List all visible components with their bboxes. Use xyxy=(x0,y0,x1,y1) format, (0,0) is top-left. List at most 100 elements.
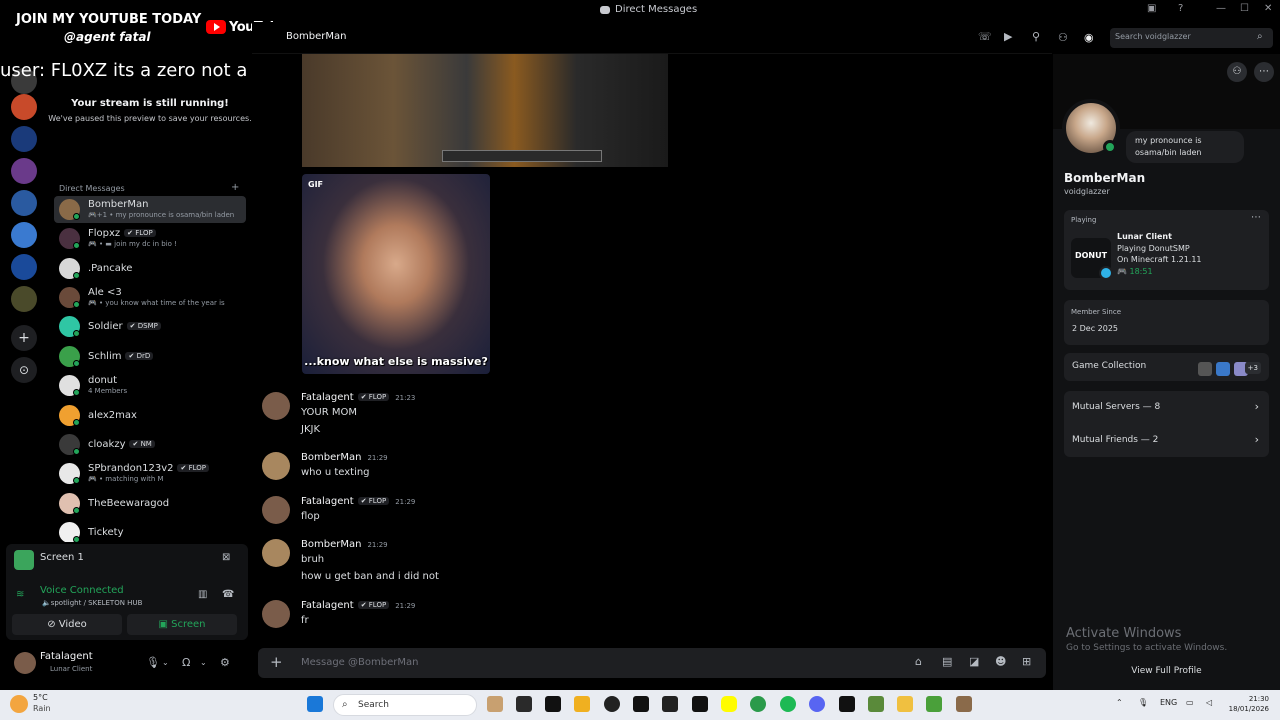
weather-icon[interactable] xyxy=(10,695,28,713)
attach-icon[interactable]: + xyxy=(270,653,283,671)
minecraft-screenshot-image[interactable] xyxy=(302,54,668,167)
microphone-icon[interactable]: 🎙 xyxy=(1138,698,1148,707)
server-icon[interactable] xyxy=(11,158,37,184)
app-icon[interactable] xyxy=(633,696,649,712)
message-author[interactable]: Fatalagent xyxy=(301,496,354,507)
activity-label: Playing xyxy=(1071,216,1097,224)
stream-paused-notice: Your stream is still running! We've paus… xyxy=(48,98,252,123)
dm-item[interactable]: Ale <3 🎮 • you know what time of the year… xyxy=(54,284,246,311)
disconnect-icon[interactable]: ☎ xyxy=(222,589,234,600)
spotify-icon[interactable] xyxy=(780,696,796,712)
add-friend-icon[interactable]: ⚇ xyxy=(1227,62,1247,82)
file-explorer-icon[interactable] xyxy=(897,696,913,712)
network-icon[interactable]: ▭ xyxy=(1186,698,1194,707)
close-button[interactable]: ✕ xyxy=(1264,3,1272,14)
inbox-icon[interactable]: ▣ xyxy=(1147,3,1156,14)
dm-item[interactable]: Soldier ✔ DSMP xyxy=(54,313,246,340)
screen-button[interactable]: ▣ Screen xyxy=(127,614,237,635)
snapchat-icon[interactable] xyxy=(721,696,737,712)
sticker-icon[interactable]: ◪ xyxy=(969,655,979,668)
message-avatar[interactable] xyxy=(262,600,290,628)
gif-picker-icon[interactable]: ▤ xyxy=(942,655,952,668)
chevron-right-icon[interactable]: › xyxy=(1255,400,1259,413)
server-icon[interactable] xyxy=(11,94,37,120)
server-icon[interactable] xyxy=(11,126,37,152)
user-avatar[interactable] xyxy=(14,652,36,674)
app-icon[interactable] xyxy=(662,696,678,712)
add-server-icon[interactable]: + xyxy=(11,325,37,351)
server-icon[interactable] xyxy=(11,254,37,280)
app-icon[interactable] xyxy=(604,696,620,712)
emoji-icon[interactable]: ☻ xyxy=(995,655,1006,668)
message-input[interactable]: Message @BomberMan xyxy=(301,657,418,668)
dm-item[interactable]: cloakzy ✔ NM xyxy=(54,431,246,458)
settings-gear-icon[interactable]: ⚙ xyxy=(220,656,230,669)
server-icon[interactable] xyxy=(11,222,37,248)
dm-item[interactable]: SPbrandon123v2 ✔ FLOP 🎮 • matching with M xyxy=(54,460,246,487)
help-icon[interactable]: ? xyxy=(1178,3,1183,14)
view-full-profile-link[interactable]: View Full Profile xyxy=(1053,666,1280,676)
server-tag: ✔ FLOP xyxy=(177,464,209,472)
screen-title: Screen 1 xyxy=(40,552,84,563)
dm-item[interactable]: .Pancake xyxy=(54,255,246,282)
nvidia-icon[interactable] xyxy=(516,696,532,712)
taskbar-search[interactable]: ⌕ Search xyxy=(333,694,477,716)
stop-stream-icon[interactable]: ⊠ xyxy=(222,552,230,563)
discover-icon[interactable]: ⊙ xyxy=(11,357,37,383)
more-options-icon[interactable]: ⋯ xyxy=(1254,62,1274,82)
tray-chevron-icon[interactable]: ⌃ xyxy=(1116,698,1123,707)
video-button[interactable]: ⊘ Video xyxy=(12,614,122,635)
create-dm-icon[interactable]: + xyxy=(231,182,239,193)
dm-item[interactable]: Tickety xyxy=(54,519,246,542)
minecraft-launcher-icon[interactable] xyxy=(868,696,884,712)
message-header: BomberMan 21:29 xyxy=(301,452,388,463)
message-author[interactable]: BomberMan xyxy=(301,452,361,463)
minimize-button[interactable]: — xyxy=(1216,3,1226,14)
chevron-down-icon[interactable]: ⌄ xyxy=(200,658,207,667)
minecraft-icon[interactable] xyxy=(956,696,972,712)
gif-embed[interactable]: GIF ...know what else is massive? xyxy=(302,174,490,374)
server-folder-icon[interactable] xyxy=(11,286,37,312)
message-avatar[interactable] xyxy=(262,452,290,480)
message-avatar[interactable] xyxy=(262,392,290,420)
mutual-friends-link[interactable]: Mutual Friends — 2 xyxy=(1072,435,1158,445)
game-collection-card[interactable]: Game Collection +3 xyxy=(1064,353,1269,381)
app-icon[interactable] xyxy=(574,696,590,712)
terminal-icon[interactable] xyxy=(545,696,561,712)
microphone-icon[interactable]: 🎙 xyxy=(146,656,160,669)
epic-games-icon[interactable] xyxy=(692,696,708,712)
chrome-icon[interactable] xyxy=(750,696,766,712)
apps-icon[interactable]: ⊞ xyxy=(1022,655,1031,668)
dm-item[interactable]: BomberMan 🎮+1 • my pronounce is osama/bin… xyxy=(54,196,246,223)
noise-suppression-icon[interactable]: ▥ xyxy=(198,589,207,600)
headphones-icon[interactable]: Ω xyxy=(182,656,190,669)
clock[interactable]: 21:30 18/01/2026 xyxy=(1227,694,1269,714)
dm-item[interactable]: Flopxz ✔ FLOP 🎮 • ▬ join my dc in bio ! xyxy=(54,225,246,252)
activity-more-icon[interactable]: ⋯ xyxy=(1251,212,1261,223)
message-avatar[interactable] xyxy=(262,539,290,567)
volume-icon[interactable]: ◁ xyxy=(1206,698,1212,707)
voice-channel[interactable]: 🔈spotlight / SKELETON HUB xyxy=(42,599,142,607)
chevron-down-icon[interactable]: ⌄ xyxy=(162,658,169,667)
start-icon[interactable] xyxy=(307,696,323,712)
dm-item[interactable]: alex2max xyxy=(54,402,246,429)
app-icon[interactable] xyxy=(839,696,855,712)
maximize-button[interactable]: ☐ xyxy=(1240,3,1249,14)
server-icon[interactable] xyxy=(11,190,37,216)
discord-icon[interactable] xyxy=(809,696,825,712)
message-author[interactable]: BomberMan xyxy=(301,539,361,550)
message-header: Fatalagent ✔ FLOP 21:29 xyxy=(301,600,415,611)
message-author[interactable]: Fatalagent xyxy=(301,600,354,611)
language-indicator[interactable]: ENG xyxy=(1160,698,1177,707)
message-avatar[interactable] xyxy=(262,496,290,524)
app-icon[interactable] xyxy=(487,696,503,712)
mutual-servers-link[interactable]: Mutual Servers — 8 xyxy=(1072,402,1160,412)
gift-icon[interactable]: ⌂ xyxy=(915,655,922,668)
dm-item[interactable]: donut 4 Members xyxy=(54,372,246,399)
minecraft-icon[interactable] xyxy=(926,696,942,712)
dm-item[interactable]: Schlim ✔ DrD xyxy=(54,343,246,370)
dm-item[interactable]: TheBeewaragod xyxy=(54,490,246,517)
chevron-right-icon[interactable]: › xyxy=(1255,433,1259,446)
user-status: Lunar Client xyxy=(50,665,93,673)
message-author[interactable]: Fatalagent xyxy=(301,392,354,403)
